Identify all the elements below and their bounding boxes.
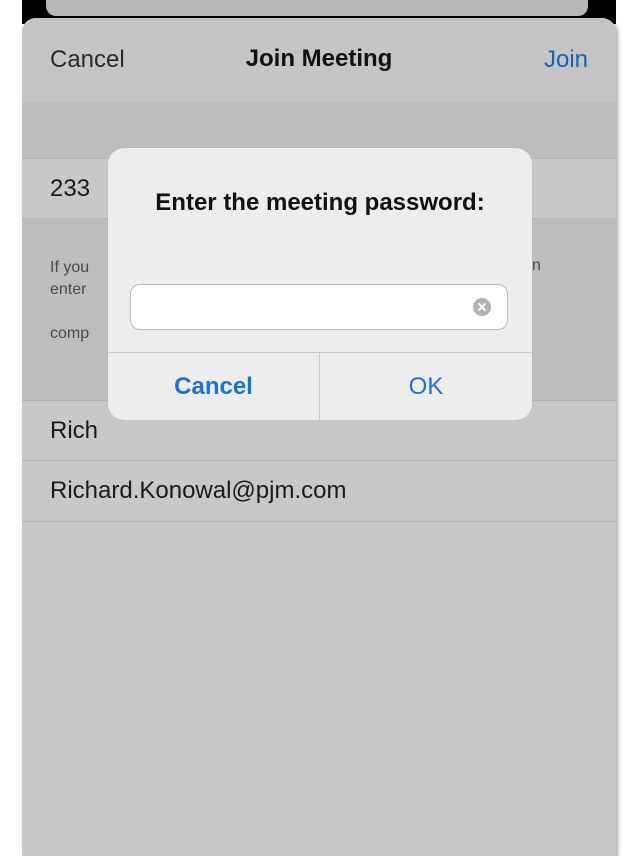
password-input[interactable] <box>130 284 508 330</box>
alert-ok-button[interactable]: OK <box>320 353 532 420</box>
join-button[interactable]: Join <box>544 46 588 74</box>
alert-cancel-button[interactable]: Cancel <box>108 353 320 420</box>
alert-title: Enter the meeting password: <box>155 189 485 216</box>
meeting-id-value: 233 <box>50 175 91 202</box>
password-alert-dialog: Enter the meeting password: Cancel OK <box>108 148 532 420</box>
clear-icon[interactable] <box>473 298 491 316</box>
email-field[interactable]: Richard.Konowal@pjm.com <box>22 460 616 522</box>
join-meeting-screen: Cancel Join Meeting Join 233 If you ente… <box>22 18 616 856</box>
email-value: Richard.Konowal@pjm.com <box>50 477 347 504</box>
info-text-fragment: n <box>532 257 541 274</box>
alert-button-row: Cancel OK <box>108 352 532 420</box>
background-sheet-edge <box>46 0 588 16</box>
navigation-bar: Cancel Join Meeting Join <box>22 18 616 102</box>
page-title: Join Meeting <box>245 45 393 72</box>
screen-name-value: Rich <box>50 417 99 444</box>
